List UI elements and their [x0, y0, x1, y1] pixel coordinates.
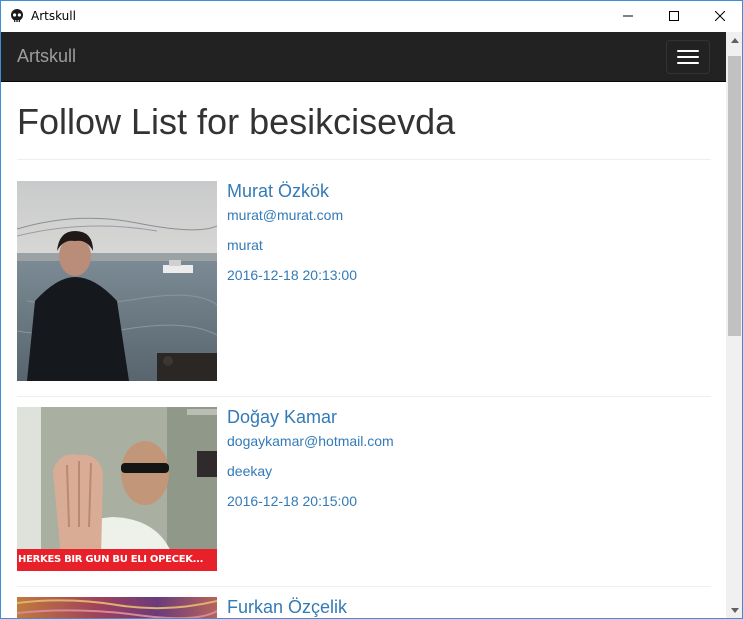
minimize-button[interactable] — [605, 1, 651, 31]
list-item: Furkan Özçelik — [17, 597, 711, 618]
navbar: Artskull — [1, 32, 726, 82]
photo-caption-text: HERKES BİR GÜN BU ELİ ÖPECEK... — [18, 554, 204, 565]
follow-username[interactable]: deekay — [227, 463, 272, 479]
follow-name-link[interactable]: Murat Özkök — [227, 181, 329, 201]
hamburger-icon — [677, 62, 699, 64]
maximize-button[interactable] — [651, 1, 697, 31]
app-window: Artskull Artskull Follow List for besikc… — [0, 0, 743, 619]
divider — [17, 586, 711, 587]
scroll-up-arrow-icon[interactable] — [726, 32, 742, 49]
divider — [17, 159, 711, 160]
avatar[interactable] — [17, 181, 217, 381]
main-content: Follow List for besikcisevda Murat Özkök… — [1, 83, 726, 618]
list-item: HERKES BİR GÜN BU ELİ ÖPECEK... Doğay Ka… — [17, 407, 711, 571]
page-title: Follow List for besikcisevda — [17, 101, 456, 142]
navbar-brand[interactable]: Artskull — [17, 46, 76, 67]
title-bar: Artskull — [1, 1, 742, 31]
follow-email[interactable]: dogaykamar@hotmail.com — [227, 433, 394, 449]
window-title: Artskull — [31, 9, 76, 23]
follow-date[interactable]: 2016-12-18 20:15:00 — [227, 493, 357, 509]
follow-name-link[interactable]: Doğay Kamar — [227, 407, 337, 427]
follow-email[interactable]: murat@murat.com — [227, 207, 343, 223]
skull-icon — [10, 9, 24, 23]
vertical-scrollbar[interactable] — [726, 32, 742, 618]
avatar[interactable]: HERKES BİR GÜN BU ELİ ÖPECEK... — [17, 407, 217, 571]
scroll-down-arrow-icon[interactable] — [726, 602, 742, 618]
close-button[interactable] — [697, 1, 742, 31]
hamburger-icon — [677, 56, 699, 58]
avatar[interactable] — [17, 597, 217, 618]
hamburger-icon — [677, 50, 699, 52]
follow-name-link[interactable]: Furkan Özçelik — [227, 597, 347, 617]
navbar-toggle-button[interactable] — [666, 40, 710, 74]
follow-username[interactable]: murat — [227, 237, 263, 253]
follow-date[interactable]: 2016-12-18 20:13:00 — [227, 267, 357, 283]
divider — [17, 396, 711, 397]
scrollbar-thumb[interactable] — [728, 56, 741, 336]
list-item: Murat Özkök murat@murat.com murat 2016-1… — [17, 181, 711, 381]
